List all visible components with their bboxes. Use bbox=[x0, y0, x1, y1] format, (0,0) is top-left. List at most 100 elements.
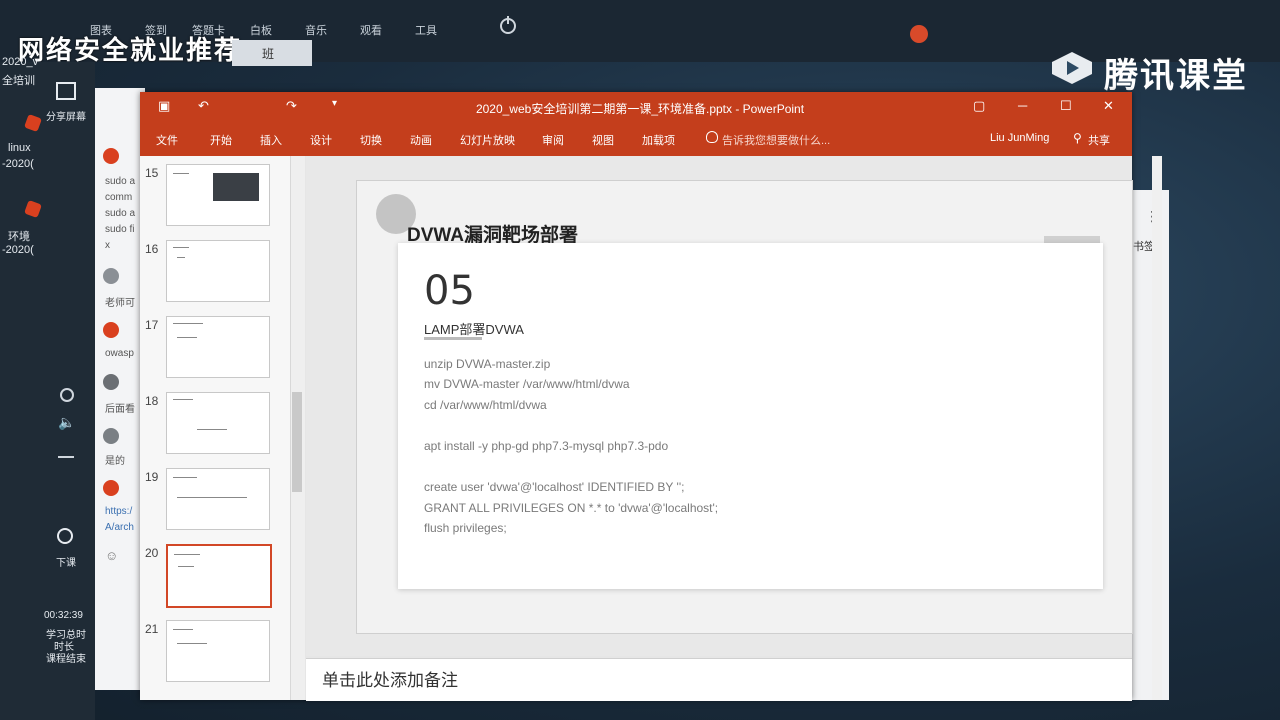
thumbnail-image bbox=[213, 173, 259, 201]
code-line[interactable]: cd /var/www/html/dvwa bbox=[424, 398, 547, 412]
title-bar: ▣ ↶ ↷ ▾ 2020_web安全培训第二期第一课_环境准备.pptx - P… bbox=[140, 92, 1132, 122]
chat-link[interactable]: A/arch bbox=[105, 522, 134, 533]
tab-slideshow[interactable]: 幻灯片放映 bbox=[460, 132, 515, 148]
chat-message: 后面看 bbox=[105, 404, 135, 415]
tab-transitions[interactable]: 切换 bbox=[360, 132, 382, 148]
mic-icon[interactable] bbox=[60, 388, 74, 402]
save-icon[interactable]: ▣ bbox=[158, 98, 170, 114]
ribbon-display-icon[interactable]: ▢ bbox=[973, 98, 985, 114]
scrollbar-thumb[interactable] bbox=[292, 392, 302, 492]
slide-number: 18 bbox=[145, 394, 159, 408]
chat-message: 是的 bbox=[105, 456, 125, 467]
code-line[interactable]: create user 'dvwa'@'localhost' IDENTIFIE… bbox=[424, 480, 684, 494]
tab-animations[interactable]: 动画 bbox=[410, 132, 432, 148]
section-subtitle[interactable]: LAMP部署DVWA bbox=[424, 319, 524, 338]
tab-view[interactable]: 视图 bbox=[592, 132, 614, 148]
sidebar-text: linux bbox=[8, 142, 31, 154]
side-panel: ⋮ 书签 bbox=[1130, 190, 1169, 700]
customize-icon[interactable]: ▾ bbox=[332, 98, 337, 109]
tab-design[interactable]: 设计 bbox=[310, 132, 332, 148]
tab-file[interactable]: 文件 bbox=[156, 132, 178, 148]
sidebar-text: -2020( bbox=[2, 244, 34, 256]
end-class-icon[interactable] bbox=[57, 528, 73, 544]
toolbar-item[interactable]: 白板 bbox=[250, 22, 272, 38]
thumbnail-line bbox=[177, 257, 185, 258]
tab-insert[interactable]: 插入 bbox=[260, 132, 282, 148]
code-line[interactable]: mv DVWA-master /var/www/html/dvwa bbox=[424, 377, 630, 391]
tab-home[interactable]: 开始 bbox=[210, 132, 232, 148]
thumbnail-line bbox=[174, 554, 200, 555]
avatar bbox=[103, 148, 119, 164]
code-line[interactable]: apt install -y php-gd php7.3-mysql php7.… bbox=[424, 439, 668, 453]
tab-review[interactable]: 审阅 bbox=[542, 132, 564, 148]
stats-icon[interactable] bbox=[58, 442, 74, 458]
thumbnail-line bbox=[177, 497, 247, 498]
slide-thumbnail-selected[interactable] bbox=[166, 544, 272, 608]
redo-icon[interactable]: ↷ bbox=[286, 98, 297, 114]
slide-number: 19 bbox=[145, 470, 159, 484]
thumbnail-line bbox=[173, 323, 203, 324]
toolbar-item[interactable]: 工具 bbox=[415, 22, 437, 38]
chat-message: sudo a bbox=[105, 208, 136, 219]
emoji-icon[interactable]: ☺ bbox=[105, 548, 118, 563]
class-timer: 00:32:39 bbox=[44, 610, 83, 621]
slide-thumbnail[interactable] bbox=[166, 240, 270, 302]
code-line[interactable]: GRANT ALL PRIVILEGES ON *.* to 'dvwa'@'l… bbox=[424, 501, 718, 515]
slide-thumbnail[interactable] bbox=[166, 620, 270, 682]
speaker-icon[interactable]: 🔈 bbox=[58, 414, 75, 431]
chat-panel: sudo a comm sudo a sudo fi x 老师可 owasp 后… bbox=[95, 88, 145, 690]
power-icon[interactable] bbox=[500, 16, 516, 34]
slide-thumbnails-pane: 15 16 17 18 19 20 21 bbox=[140, 156, 291, 700]
minimize-icon[interactable]: ─ bbox=[1018, 98, 1027, 113]
avatar bbox=[103, 374, 119, 390]
maximize-icon[interactable]: ☐ bbox=[1060, 98, 1072, 114]
watermark-badge: 班 bbox=[232, 40, 312, 66]
share-person-icon[interactable]: ⚲ bbox=[1073, 131, 1084, 145]
thumbnail-line bbox=[177, 337, 197, 338]
undo-icon[interactable]: ↶ bbox=[198, 98, 209, 114]
chat-message: 老师可 bbox=[105, 298, 135, 309]
share-button[interactable]: 共享 bbox=[1088, 132, 1110, 148]
thumbnail-line bbox=[173, 477, 197, 478]
end-class-label[interactable]: 下课 bbox=[56, 554, 76, 569]
code-line[interactable]: unzip DVWA-master.zip bbox=[424, 357, 550, 371]
thumbnail-line bbox=[177, 643, 207, 644]
avatar bbox=[103, 480, 119, 496]
slide-number: 16 bbox=[145, 242, 159, 256]
powerpoint-window: ▣ ↶ ↷ ▾ 2020_web安全培训第二期第一课_环境准备.pptx - P… bbox=[140, 92, 1162, 701]
slide-number: 21 bbox=[145, 622, 159, 636]
code-line[interactable]: flush privileges; bbox=[424, 521, 507, 535]
record-indicator-icon bbox=[910, 25, 928, 43]
share-screen-icon[interactable] bbox=[56, 82, 76, 100]
slide-thumbnail[interactable] bbox=[166, 316, 270, 378]
notes-placeholder[interactable]: 单击此处添加备注 bbox=[322, 666, 458, 691]
subtitle-underline bbox=[424, 337, 482, 340]
document-title: 2020_web安全培训第二期第一课_环境准备.pptx - PowerPoin… bbox=[475, 102, 805, 116]
section-number[interactable]: 05 bbox=[424, 268, 475, 314]
thumbnail-line bbox=[178, 566, 194, 567]
close-icon[interactable]: ✕ bbox=[1103, 98, 1114, 114]
brand-name: 腾讯课堂 bbox=[1104, 57, 1248, 95]
file-icon bbox=[24, 114, 42, 132]
slide-thumbnail[interactable] bbox=[166, 164, 270, 226]
chat-message: sudo fi bbox=[105, 224, 135, 235]
tab-addins[interactable]: 加载项 bbox=[642, 132, 675, 148]
chat-link[interactable]: https:/ bbox=[105, 506, 132, 517]
sidebar-text: -2020( bbox=[2, 158, 34, 170]
slide-thumbnail[interactable] bbox=[166, 392, 270, 454]
toolbar-item[interactable]: 音乐 bbox=[305, 22, 327, 38]
thumbnail-line bbox=[173, 399, 193, 400]
toolbar-item[interactable]: 观看 bbox=[360, 22, 382, 38]
tell-me-search[interactable]: 告诉我您想要做什么... bbox=[722, 132, 830, 148]
user-name[interactable]: Liu JunMing bbox=[990, 132, 1049, 144]
avatar bbox=[103, 428, 119, 444]
slide-scrollbar[interactable] bbox=[1152, 156, 1162, 700]
thumbnail-line bbox=[173, 629, 193, 630]
chat-message: x bbox=[105, 240, 110, 251]
meeting-sidebar: 2020_v 全培训 linux -2020( 环境 -2020( 分享屏幕 🔈… bbox=[0, 56, 95, 720]
status-text: 课程结束 bbox=[46, 654, 86, 665]
content-card bbox=[398, 243, 1103, 589]
share-screen-label[interactable]: 分享屏幕 bbox=[46, 108, 86, 123]
lightbulb-icon bbox=[706, 131, 718, 143]
slide-thumbnail[interactable] bbox=[166, 468, 270, 530]
